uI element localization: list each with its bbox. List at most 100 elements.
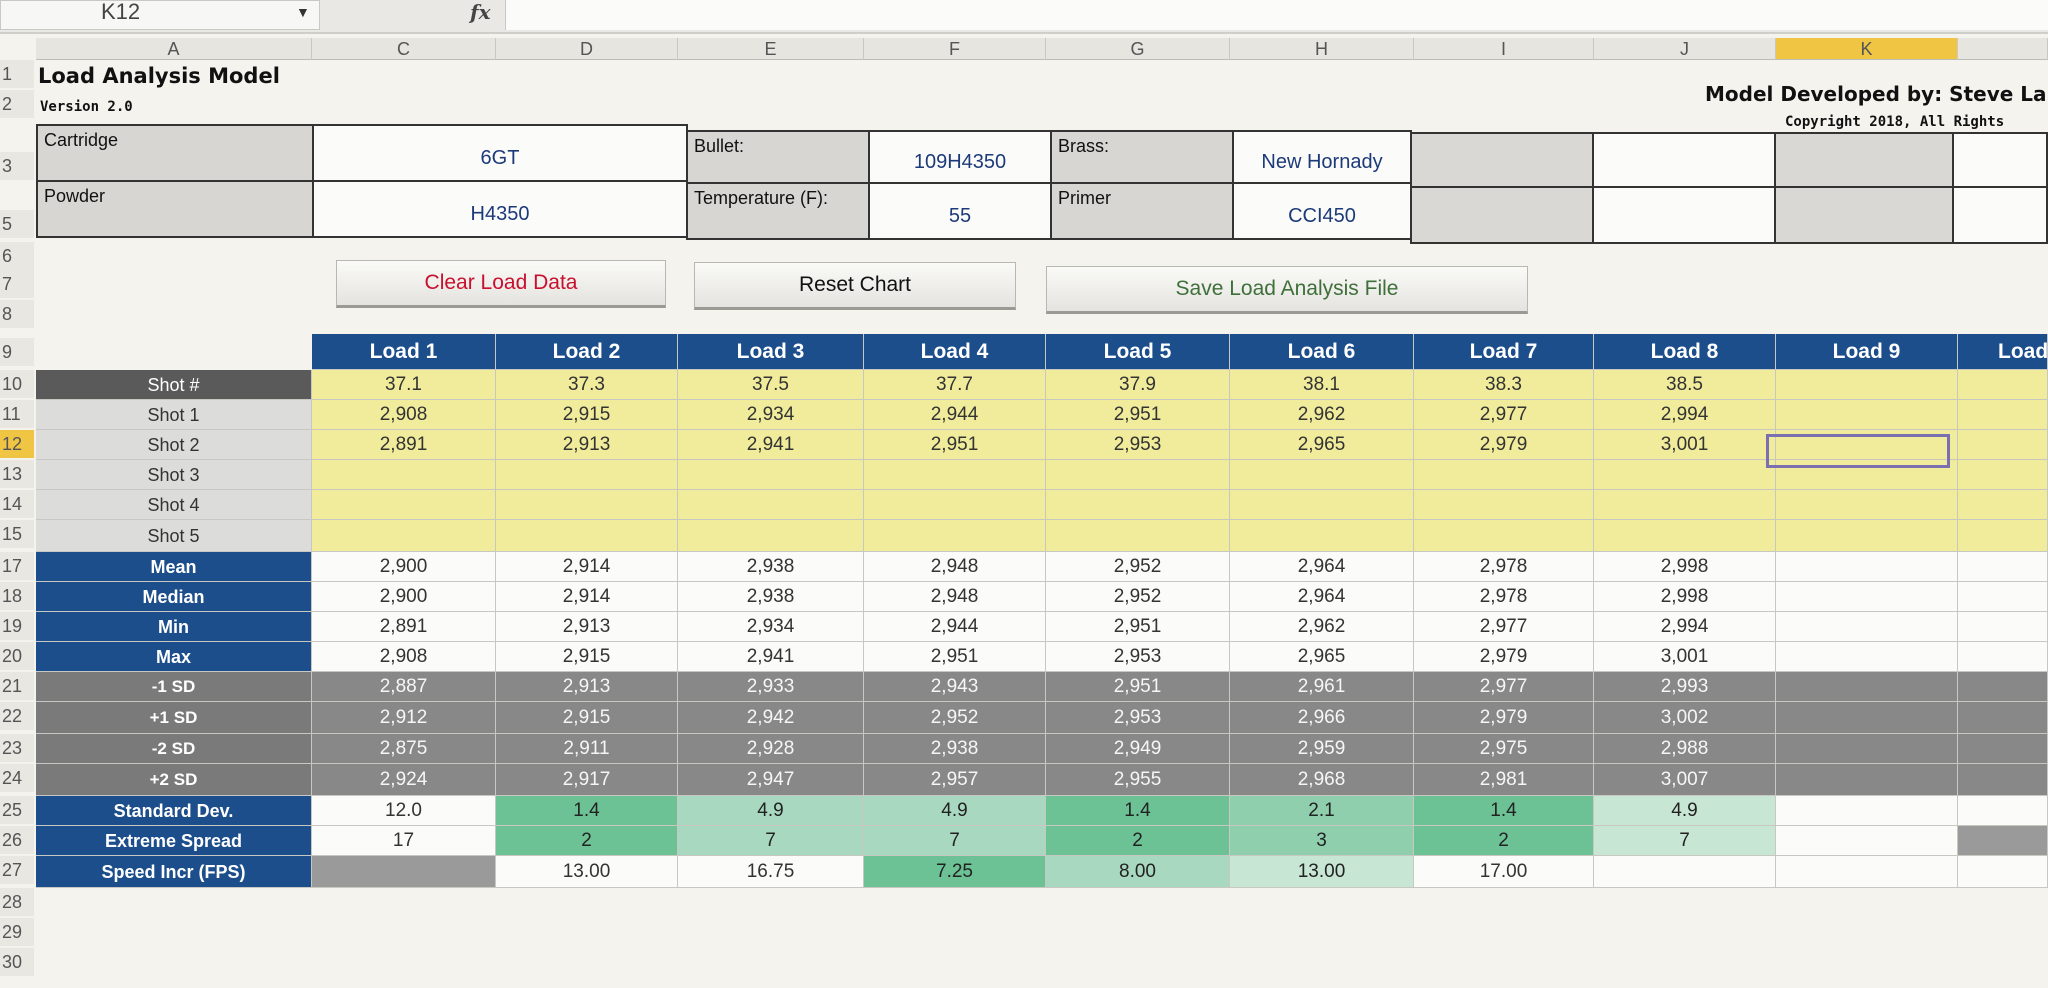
column-header[interactable]: A (36, 38, 312, 60)
table-cell[interactable]: 2,887 (312, 672, 496, 702)
table-cell[interactable]: 2,938 (678, 582, 864, 612)
row-header[interactable]: 12 (0, 430, 34, 458)
table-cell[interactable]: 2,962 (1230, 400, 1414, 430)
table-cell[interactable] (1776, 672, 1958, 702)
table-cell[interactable] (496, 460, 678, 490)
table-cell[interactable] (1594, 460, 1776, 490)
table-cell[interactable]: 2,975 (1414, 734, 1594, 764)
row-header[interactable]: 18 (0, 582, 34, 610)
row-header[interactable]: 9 (0, 338, 34, 366)
table-cell[interactable]: 37.5 (678, 370, 864, 400)
table-cell[interactable]: 17.00 (1414, 856, 1594, 888)
table-cell[interactable]: 7 (864, 826, 1046, 856)
table-cell[interactable]: 38.1 (1230, 370, 1414, 400)
table-cell[interactable] (1776, 702, 1958, 734)
table-cell[interactable]: 2,908 (312, 642, 496, 672)
row-header[interactable]: 19 (0, 612, 34, 640)
table-cell[interactable]: 2,977 (1414, 400, 1594, 430)
table-cell[interactable]: 2,915 (496, 400, 678, 430)
table-cell[interactable]: 13.00 (496, 856, 678, 888)
table-cell[interactable]: 2,900 (312, 552, 496, 582)
table-cell[interactable] (312, 520, 496, 552)
cartridge-value[interactable]: 6GT (312, 124, 688, 182)
table-cell[interactable]: 2,914 (496, 582, 678, 612)
table-cell[interactable]: 2,913 (496, 430, 678, 460)
selected-cell[interactable] (1766, 434, 1950, 468)
table-cell[interactable]: 2,947 (678, 764, 864, 796)
table-cell[interactable] (1776, 796, 1958, 826)
table-cell[interactable]: 2,962 (1230, 612, 1414, 642)
table-cell[interactable] (864, 520, 1046, 552)
column-header[interactable]: K (1776, 38, 1958, 60)
table-cell[interactable] (1776, 734, 1958, 764)
chevron-down-icon[interactable]: ▼ (296, 4, 310, 20)
table-cell[interactable] (1776, 370, 1958, 400)
table-cell[interactable] (1958, 460, 2048, 490)
table-cell[interactable] (1776, 552, 1958, 582)
table-cell[interactable]: 2,951 (864, 430, 1046, 460)
empty-cell[interactable] (1952, 132, 2048, 188)
function-icon[interactable]: fx (470, 0, 491, 24)
table-cell[interactable]: 3,007 (1594, 764, 1776, 796)
table-cell[interactable]: 2,941 (678, 642, 864, 672)
empty-cell[interactable] (1410, 132, 1594, 188)
table-cell[interactable] (1958, 552, 2048, 582)
table-cell[interactable]: 13.00 (1230, 856, 1414, 888)
row-header[interactable]: 17 (0, 552, 34, 580)
table-cell[interactable]: 37.1 (312, 370, 496, 400)
table-cell[interactable]: 2,951 (1046, 400, 1230, 430)
table-cell[interactable] (1776, 520, 1958, 552)
table-cell[interactable]: 7.25 (864, 856, 1046, 888)
table-cell[interactable] (1776, 582, 1958, 612)
column-header[interactable]: H (1230, 38, 1414, 60)
table-cell[interactable]: 37.3 (496, 370, 678, 400)
table-cell[interactable]: 8.00 (1046, 856, 1230, 888)
table-cell[interactable] (312, 856, 496, 888)
row-header[interactable]: 30 (0, 948, 34, 976)
row-header[interactable]: 10 (0, 370, 34, 398)
table-cell[interactable]: 16.75 (678, 856, 864, 888)
table-cell[interactable] (1958, 612, 2048, 642)
table-cell[interactable]: 37.7 (864, 370, 1046, 400)
table-cell[interactable] (1958, 520, 2048, 552)
table-cell[interactable]: 2,933 (678, 672, 864, 702)
table-cell[interactable]: 2,979 (1414, 702, 1594, 734)
table-cell[interactable]: 4.9 (864, 796, 1046, 826)
table-cell[interactable] (1958, 796, 2048, 826)
table-cell[interactable]: 2,998 (1594, 552, 1776, 582)
table-cell[interactable]: 1.4 (1046, 796, 1230, 826)
row-header[interactable]: 5 (0, 210, 34, 238)
table-cell[interactable]: 2,964 (1230, 582, 1414, 612)
table-cell[interactable]: 2,988 (1594, 734, 1776, 764)
table-cell[interactable]: 3,001 (1594, 642, 1776, 672)
table-cell[interactable] (864, 460, 1046, 490)
empty-cell[interactable] (1410, 186, 1594, 244)
table-cell[interactable]: 2,953 (1046, 642, 1230, 672)
table-cell[interactable] (1414, 490, 1594, 520)
table-cell[interactable] (496, 490, 678, 520)
table-cell[interactable]: 2,934 (678, 400, 864, 430)
table-cell[interactable] (1776, 612, 1958, 642)
table-cell[interactable]: 2,891 (312, 430, 496, 460)
table-cell[interactable]: 2,934 (678, 612, 864, 642)
table-cell[interactable] (312, 490, 496, 520)
formula-input[interactable] (505, 0, 2048, 30)
table-cell[interactable] (1958, 430, 2048, 460)
table-cell[interactable]: 2,911 (496, 734, 678, 764)
table-cell[interactable] (678, 460, 864, 490)
table-cell[interactable]: 2,952 (864, 702, 1046, 734)
table-cell[interactable] (678, 520, 864, 552)
table-cell[interactable]: 2,993 (1594, 672, 1776, 702)
table-cell[interactable]: 2,952 (1046, 582, 1230, 612)
table-cell[interactable]: 2 (496, 826, 678, 856)
table-cell[interactable]: 2,959 (1230, 734, 1414, 764)
row-header[interactable]: 26 (0, 826, 34, 854)
table-cell[interactable] (1958, 400, 2048, 430)
table-cell[interactable]: 7 (678, 826, 864, 856)
row-header[interactable]: 11 (0, 400, 34, 428)
table-cell[interactable]: 2,915 (496, 702, 678, 734)
empty-cell[interactable] (1952, 186, 2048, 244)
table-cell[interactable]: 2,943 (864, 672, 1046, 702)
table-cell[interactable]: 2,998 (1594, 582, 1776, 612)
row-header[interactable]: 24 (0, 764, 34, 792)
